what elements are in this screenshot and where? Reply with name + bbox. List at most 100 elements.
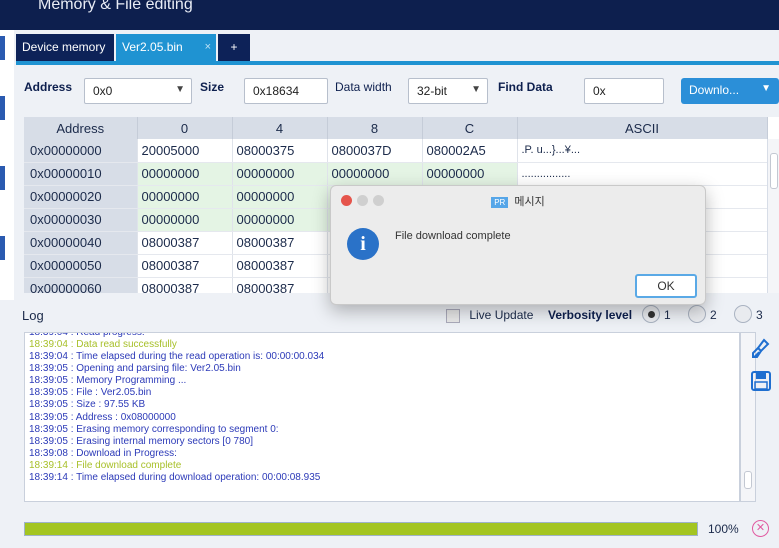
find-data-label: Find Data <box>498 80 553 94</box>
download-button[interactable]: Downlo... ▼ <box>681 78 779 104</box>
column-header: 4 <box>232 117 328 139</box>
log-title: Log <box>22 308 44 323</box>
grid-header-row: Address 0 4 8 C ASCII <box>24 117 768 139</box>
data-cell[interactable]: 08000387 <box>137 254 233 278</box>
memory-toolbar: Address 0x0 ▼ Size 0x18634 Data width 32… <box>16 66 779 116</box>
table-row[interactable]: 0x00000010 00000000 00000000 00000000 00… <box>24 162 768 186</box>
chevron-down-icon: ▼ <box>471 84 481 95</box>
data-cell[interactable]: 08000387 <box>232 231 328 255</box>
data-cell[interactable]: 00000000 <box>232 185 328 209</box>
log-line: 18:39:14 : File download complete <box>29 459 182 471</box>
data-cell[interactable]: 0800037D <box>327 139 423 163</box>
column-header: 0 <box>137 117 233 139</box>
data-cell[interactable]: 20005000 <box>137 139 233 163</box>
tab-file[interactable]: Ver2.05.bin × <box>116 34 216 61</box>
grid-scrollbar[interactable] <box>767 139 779 293</box>
message-dialog: PR 메시지 i File download complete OK <box>330 185 706 305</box>
live-update-checkbox[interactable]: Live Update <box>446 308 533 323</box>
data-cell[interactable]: 08000387 <box>137 231 233 255</box>
find-data-value: 0x <box>593 84 606 98</box>
column-header: Address <box>24 117 138 139</box>
data-cell[interactable]: 00000000 <box>137 185 233 209</box>
data-cell[interactable]: 08000375 <box>232 139 328 163</box>
scrollbar-thumb[interactable] <box>770 153 778 189</box>
table-row[interactable]: 0x00000000 20005000 08000375 0800037D 08… <box>24 139 768 163</box>
address-cell: 0x00000020 <box>24 185 138 209</box>
log-line: 18:39:05 : Size : 97.55 KB <box>29 399 146 411</box>
progress-fill <box>25 523 697 535</box>
data-cell[interactable]: 00000000 <box>137 208 233 232</box>
chevron-down-icon: ▼ <box>175 84 185 95</box>
verbosity-option-label: 1 <box>664 308 671 322</box>
sidebar-marker <box>0 166 5 190</box>
size-label: Size <box>200 80 225 94</box>
log-line: 18:39:05 : Erasing internal memory secto… <box>29 435 254 447</box>
cancel-icon[interactable]: ✕ <box>752 520 769 537</box>
verbosity-option-label: 3 <box>756 308 763 322</box>
info-icon: i <box>347 228 379 260</box>
address-label: Address <box>24 80 73 94</box>
log-line: 18:39:05 : File : Ver2.05.bin <box>29 387 152 399</box>
column-header: C <box>422 117 518 139</box>
address-cell: 0x00000030 <box>24 208 138 232</box>
data-cell[interactable]: 08000387 <box>232 277 328 293</box>
sidebar-marker <box>0 36 5 60</box>
log-line: 18:39:05 : Memory Programming ... <box>29 375 187 387</box>
data-cell[interactable]: 00000000 <box>232 208 328 232</box>
log-line: 18:39:05 : Address : 0x08000000 <box>29 411 176 423</box>
address-value: 0x0 <box>93 84 113 98</box>
verbosity-radio-3[interactable] <box>734 305 752 323</box>
window-titlebar: Memory & File editing <box>0 0 779 30</box>
chevron-down-icon: ▼ <box>761 83 771 94</box>
log-output[interactable]: 18:39:04 : Read progress: 18:39:04 : Dat… <box>24 332 740 502</box>
log-line: 18:39:14 : Time elapsed during download … <box>29 472 321 484</box>
column-header: 8 <box>327 117 423 139</box>
size-value: 0x18634 <box>253 84 300 98</box>
data-width-select[interactable]: 32-bit ▼ <box>408 78 488 104</box>
add-tab-button[interactable]: + <box>218 34 250 61</box>
data-cell[interactable]: 00000000 <box>232 162 328 186</box>
verbosity-option-label: 2 <box>710 308 717 322</box>
verbosity-label: Verbosity level <box>548 308 633 322</box>
tab-label: Device memory <box>22 40 106 54</box>
ok-button[interactable]: OK <box>635 274 697 298</box>
live-update-label: Live Update <box>469 308 534 322</box>
checkbox-icon[interactable] <box>446 308 460 323</box>
verbosity-radio-2[interactable] <box>688 305 706 323</box>
log-line: 18:39:04 : Data read successfully <box>29 339 177 350</box>
sidebar-marker <box>0 96 5 120</box>
data-cell[interactable]: 00000000 <box>327 162 423 186</box>
data-width-label: Data width <box>335 80 392 94</box>
verbosity-radio-1[interactable] <box>642 305 660 323</box>
close-tab-icon[interactable]: × <box>205 34 211 61</box>
address-cell: 0x00000010 <box>24 162 138 186</box>
data-cell[interactable]: 08000387 <box>232 254 328 278</box>
log-line: 18:39:08 : Download in Progress: <box>29 447 177 459</box>
data-cell[interactable]: 08000387 <box>137 277 233 293</box>
save-log-icon[interactable] <box>750 370 772 398</box>
tab-device-memory[interactable]: Device memory <box>16 34 114 61</box>
dialog-title: PR 메시지 <box>331 193 705 209</box>
download-label: Downlo... <box>689 83 740 97</box>
size-input[interactable]: 0x18634 <box>244 78 328 104</box>
scrollbar-thumb[interactable] <box>744 471 752 489</box>
log-line: 18:39:05 : Opening and parsing file: Ver… <box>29 363 241 375</box>
log-panel: Log Live Update Verbosity level 1 2 3 18… <box>16 298 779 548</box>
app-badge-icon: PR <box>491 196 509 208</box>
address-cell: 0x00000060 <box>24 277 138 293</box>
data-cell[interactable]: 00000000 <box>137 162 233 186</box>
clear-log-icon[interactable] <box>750 338 772 366</box>
data-cell[interactable]: 080002A5 <box>422 139 518 163</box>
left-sidebar-strip <box>0 30 14 300</box>
tab-label: Ver2.05.bin <box>122 40 183 54</box>
find-data-input[interactable]: 0x <box>584 78 664 104</box>
data-cell[interactable]: 00000000 <box>422 162 518 186</box>
address-cell: 0x00000040 <box>24 231 138 255</box>
dialog-message: File download complete <box>395 230 511 242</box>
address-cell: 0x00000000 <box>24 139 138 163</box>
progress-bar <box>24 522 698 536</box>
data-width-value: 32-bit <box>417 84 448 98</box>
ascii-cell: ................ <box>517 162 768 186</box>
address-select[interactable]: 0x0 ▼ <box>84 78 192 104</box>
progress-percent: 100% <box>708 522 739 536</box>
